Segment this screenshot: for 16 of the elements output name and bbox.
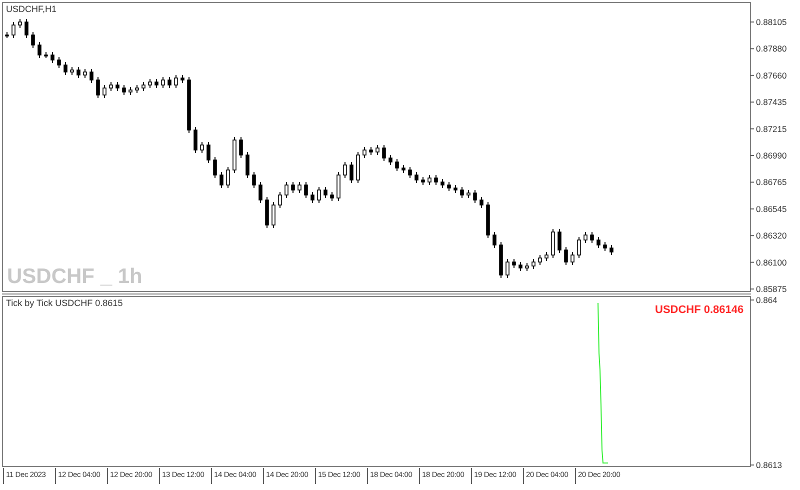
chart-title: USDCHF,H1 [6, 4, 57, 14]
price-label: 0.86990 [756, 150, 787, 160]
price-label: 0.86765 [756, 177, 787, 188]
price-label: 0.86320 [756, 230, 787, 241]
price-label: 0.88105 [756, 17, 787, 27]
price-label: 0.87660 [756, 70, 787, 80]
price-label: 0.85875 [756, 284, 787, 293]
price-label: 0.87435 [756, 97, 787, 108]
price-label: 0.864 [756, 295, 778, 305]
price-label: 0.87215 [756, 124, 787, 134]
price-label: 0.86100 [756, 257, 787, 268]
price-label: 0.87880 [756, 44, 787, 54]
price-readout: USDCHF 0.86146 [655, 304, 744, 316]
price-label: 0.86545 [756, 204, 787, 214]
price-label: 0.8613 [756, 460, 782, 468]
indicator-title: Tick by Tick USDCHF 0.8615 [6, 298, 123, 308]
